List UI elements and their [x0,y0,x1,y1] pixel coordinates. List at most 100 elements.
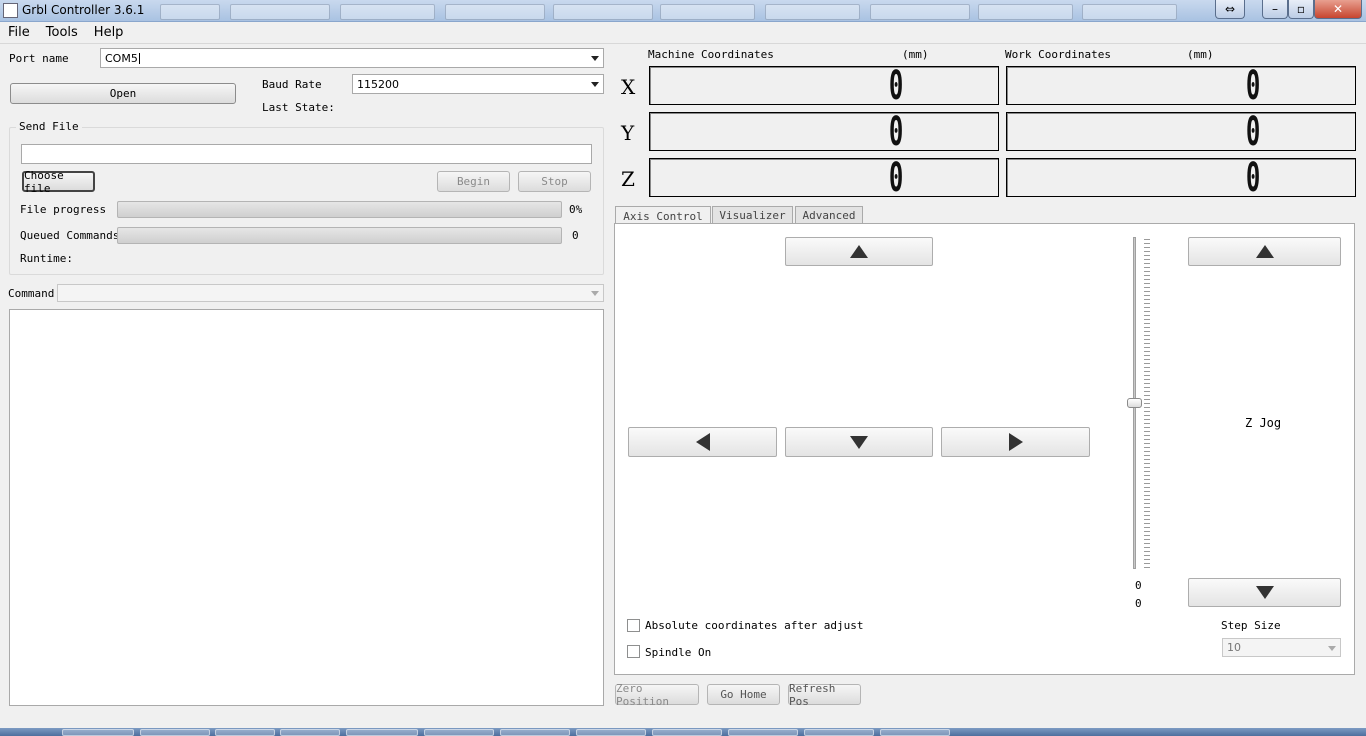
machine-y-value: 0 [888,108,904,155]
background-tab [230,4,330,20]
work-unit-label: (mm) [1187,48,1214,61]
arrow-left-icon [695,433,710,451]
baud-rate-combo[interactable]: 115200 [352,74,604,94]
work-x-value: 0 [1245,62,1261,109]
baud-rate-value: 115200 [357,77,399,91]
restore-icon: ⇔ [1224,2,1236,16]
close-icon: ✕ [1332,2,1344,16]
menu-tools[interactable]: Tools [38,25,86,40]
machine-x-value: 0 [888,62,904,109]
taskbar-item[interactable] [280,729,340,736]
arrow-right-icon [1008,433,1023,451]
background-tab [765,4,860,20]
z-jog-label: Z Jog [1245,416,1282,430]
menu-bar: File Tools Help [0,22,1366,44]
text-cursor [138,52,140,64]
arrow-up-icon [850,245,868,258]
taskbar-item[interactable] [215,729,275,736]
taskbar-item[interactable] [424,729,494,736]
work-y-value: 0 [1245,108,1261,155]
jog-x-minus-button[interactable] [628,427,777,457]
send-file-title: Send File [16,120,82,133]
tab-advanced[interactable]: Advanced [795,206,863,224]
taskbar-item[interactable] [62,729,134,736]
machine-z-value: 0 [888,154,904,201]
file-progress-label: File progress [20,203,107,216]
last-state-label: Last State: [262,101,335,114]
absolute-coordinates-label: Absolute coordinates after adjust [645,619,864,632]
work-y-display: 0 [1006,108,1356,155]
work-x-display: 0 [1006,62,1356,109]
command-label: Command [8,287,55,300]
menu-file[interactable]: File [0,25,38,40]
port-name-combo[interactable]: COM5 [100,48,604,68]
work-z-value: 0 [1245,154,1261,201]
jog-y-plus-button[interactable] [785,237,933,266]
background-tab [660,4,755,20]
machine-z-display: 0 [649,154,999,201]
stop-button[interactable]: Stop [518,171,591,192]
title-bar: Grbl Controller 3.6.1 ⇔ – ▫ ✕ [0,0,1366,22]
step-size-combo[interactable]: 10 [1222,638,1341,657]
machine-x-display: 0 [649,62,999,109]
taskbar-item[interactable] [804,729,874,736]
z-slider-ticks [1144,239,1150,569]
chevron-down-icon [591,82,599,87]
arrow-up-icon [1255,245,1274,258]
axis-y-label: Y [621,121,635,145]
z-slider-handle[interactable] [1127,398,1142,408]
arrow-down-icon [1255,586,1274,599]
queued-commands-label: Queued Commands [20,229,120,242]
jog-y-minus-button[interactable] [785,427,933,457]
taskbar-item[interactable] [140,729,210,736]
refresh-pos-button[interactable]: Refresh Pos [788,682,861,708]
zero-position-button[interactable]: Zero Position [615,682,699,708]
step-size-value: 10 [1227,641,1241,654]
arrow-down-icon [850,435,868,449]
background-tab [1082,4,1177,20]
console-output[interactable] [9,309,604,706]
app-icon [3,3,18,18]
absolute-coordinates-checkbox[interactable] [627,619,640,632]
choose-file-button[interactable]: Choose file [22,169,95,195]
axis-z-label: Z [621,167,635,191]
chevron-down-icon [591,56,599,61]
taskbar-item[interactable] [652,729,722,736]
jog-x-plus-button[interactable] [941,427,1090,457]
restore-button[interactable]: ⇔ [1215,0,1245,19]
go-home-button[interactable]: Go Home [707,684,780,705]
spindle-on-label: Spindle On [645,646,712,659]
chevron-down-icon [1328,645,1336,651]
begin-button[interactable]: Begin [437,171,510,192]
taskbar-item[interactable] [728,729,798,736]
queued-commands-bar [117,227,562,244]
taskbar-item[interactable] [880,729,950,736]
command-combo[interactable] [57,284,604,302]
close-button[interactable]: ✕ [1314,0,1362,19]
taskbar-item[interactable] [500,729,570,736]
maximize-button[interactable]: ▫ [1288,0,1314,19]
minimize-icon: – [1272,2,1278,16]
tab-visualizer[interactable]: Visualizer [712,206,793,224]
jog-z-plus-button[interactable] [1188,237,1341,266]
background-tab [340,4,435,20]
taskbar-item[interactable] [346,729,418,736]
spindle-on-checkbox[interactable] [627,645,640,658]
background-tab [553,4,653,20]
maximize-icon: ▫ [1296,2,1306,16]
open-button[interactable]: Open [10,83,236,104]
taskbar-item[interactable] [576,729,646,736]
background-tab [160,4,220,20]
menu-help[interactable]: Help [86,25,132,40]
port-name-label: Port name [9,52,69,65]
minimize-button[interactable]: – [1262,0,1288,19]
machine-y-display: 0 [649,108,999,155]
axis-x-label: X [621,75,636,99]
file-progress-bar [117,201,562,218]
port-name-value: COM5 [105,51,138,65]
work-z-display: 0 [1006,154,1356,201]
file-path-input[interactable] [21,144,592,164]
chevron-down-icon [591,291,599,296]
jog-z-minus-button[interactable] [1188,578,1341,607]
slider-value-2: 0 [1135,597,1142,610]
